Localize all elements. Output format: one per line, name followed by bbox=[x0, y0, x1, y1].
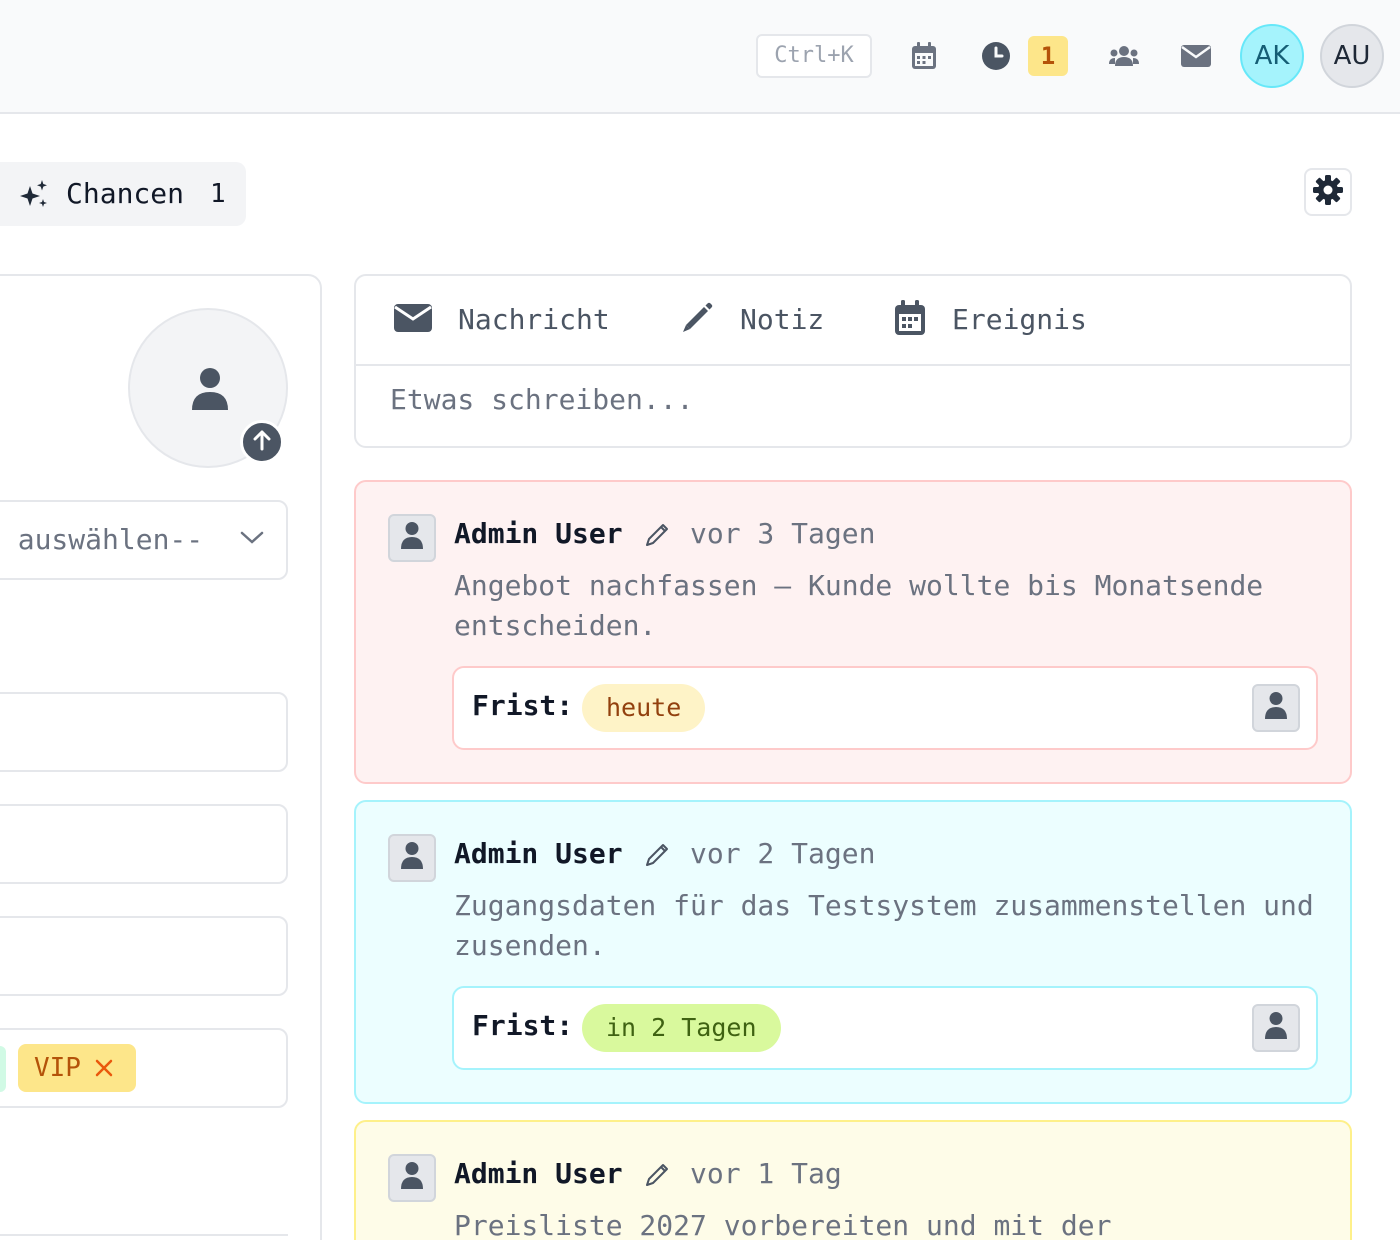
tab-chancen-label: Chancen bbox=[66, 177, 185, 210]
person-icon bbox=[192, 368, 228, 416]
tab-ereignis-label: Ereignis bbox=[952, 303, 1087, 336]
divider bbox=[0, 1234, 288, 1236]
avatar-ak[interactable]: AK bbox=[1240, 24, 1304, 88]
tab-notiz[interactable]: Notiz bbox=[680, 298, 824, 342]
assignee-avatar[interactable] bbox=[1252, 1004, 1300, 1052]
top-bar: Ctrl+K 1 AK AU bbox=[0, 0, 1400, 114]
arrow-up-icon bbox=[252, 429, 272, 455]
upload-photo-button[interactable] bbox=[240, 420, 284, 464]
due-box: Frist: heute bbox=[452, 666, 1318, 750]
tab-nachricht-label: Nachricht bbox=[458, 303, 610, 336]
contact-field[interactable] bbox=[0, 916, 288, 996]
command-palette-shortcut[interactable]: Ctrl+K bbox=[756, 34, 872, 78]
due-box: Frist: in 2 Tagen bbox=[452, 986, 1318, 1070]
mail-icon bbox=[394, 304, 432, 336]
reminder-count-badge[interactable]: 1 bbox=[1028, 36, 1068, 76]
person-icon bbox=[401, 1162, 423, 1194]
due-label: Frist: bbox=[472, 1009, 574, 1042]
activity-author: Admin User bbox=[454, 837, 623, 870]
activity-text: Preisliste 2027 vorbereiten und mit der bbox=[454, 1209, 1112, 1240]
activity-time: vor 2 Tagen bbox=[690, 837, 876, 870]
edit-icon[interactable] bbox=[644, 520, 672, 552]
activity-time: vor 1 Tag bbox=[690, 1157, 842, 1190]
user-avatar bbox=[388, 834, 436, 882]
tab-notiz-label: Notiz bbox=[740, 303, 825, 336]
contact-field[interactable] bbox=[0, 804, 288, 884]
due-badge: heute bbox=[582, 684, 706, 732]
close-icon[interactable] bbox=[94, 1058, 114, 1082]
tab-chancen[interactable]: Chancen 1 bbox=[0, 162, 246, 226]
tag-label: VIP bbox=[34, 1053, 81, 1083]
calendar-icon bbox=[894, 300, 926, 340]
activity-card: Admin User vor 1 Tag Preisliste 2027 vor… bbox=[354, 1120, 1352, 1240]
users-icon[interactable] bbox=[1108, 38, 1140, 74]
due-badge: in 2 Tagen bbox=[582, 1004, 781, 1052]
user-avatar bbox=[388, 1154, 436, 1202]
activity-composer: Nachricht Notiz Ereignis bbox=[354, 274, 1352, 448]
activity-text: Zugangsdaten für das Testsystem zusammen… bbox=[454, 889, 1314, 962]
composer-input[interactable] bbox=[390, 380, 1290, 420]
contact-select-value: e auswählen-- bbox=[0, 523, 204, 556]
user-avatar bbox=[388, 514, 436, 562]
assignee-avatar[interactable] bbox=[1252, 684, 1300, 732]
activity-author: Admin User bbox=[454, 1157, 623, 1190]
edit-icon[interactable] bbox=[644, 840, 672, 872]
activity-text: Angebot nachfassen – Kunde wollte bis Mo… bbox=[454, 569, 1264, 642]
activity-author: Admin User bbox=[454, 517, 623, 550]
chevron-down-icon bbox=[240, 530, 264, 549]
clock-icon[interactable] bbox=[980, 38, 1012, 74]
activity-time: vor 3 Tagen bbox=[690, 517, 876, 550]
avatar-au[interactable]: AU bbox=[1320, 24, 1384, 88]
tab-chancen-count: 1 bbox=[210, 179, 226, 209]
tab-nachricht[interactable]: Nachricht bbox=[394, 298, 610, 342]
tab-ereignis[interactable]: Ereignis bbox=[894, 298, 1087, 342]
activity-card: Admin User vor 3 Tagen Angebot nachfasse… bbox=[354, 480, 1352, 784]
pencil-icon bbox=[680, 301, 714, 339]
person-icon bbox=[401, 522, 423, 554]
edit-icon[interactable] bbox=[644, 1160, 672, 1192]
contact-select[interactable]: e auswählen-- bbox=[0, 500, 288, 580]
settings-button[interactable] bbox=[1304, 168, 1352, 216]
tag-chip-vip[interactable]: VIP bbox=[18, 1044, 136, 1092]
person-icon bbox=[1265, 1012, 1287, 1044]
sparkles-icon bbox=[18, 178, 50, 214]
mail-icon[interactable] bbox=[1180, 38, 1212, 74]
gear-icon bbox=[1313, 175, 1343, 209]
tag-chip[interactable] bbox=[0, 1046, 6, 1092]
activity-card: Admin User vor 2 Tagen Zugangsdaten für … bbox=[354, 800, 1352, 1104]
due-label: Frist: bbox=[472, 689, 574, 722]
calendar-icon[interactable] bbox=[908, 38, 940, 74]
person-icon bbox=[1265, 692, 1287, 724]
person-icon bbox=[401, 842, 423, 874]
divider bbox=[356, 364, 1350, 366]
contact-field[interactable] bbox=[0, 692, 288, 772]
